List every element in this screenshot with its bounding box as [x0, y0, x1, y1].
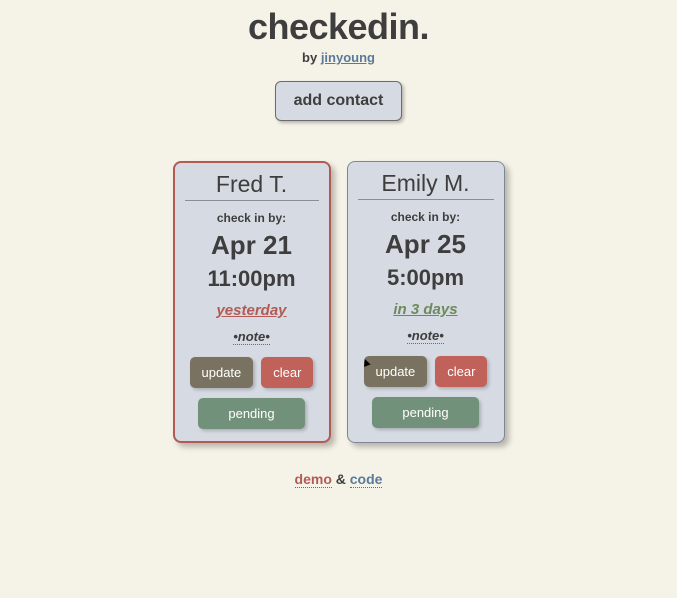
checkin-time: 5:00pm	[387, 265, 464, 291]
contact-card: Fred T. check in by: Apr 21 11:00pm yest…	[173, 161, 331, 443]
checkin-label: check in by:	[217, 211, 286, 225]
code-link[interactable]: code	[350, 471, 383, 488]
relative-time: yesterday	[216, 302, 286, 319]
checkin-label: check in by:	[391, 210, 460, 224]
checkin-date: Apr 25	[385, 230, 466, 259]
checkin-date: Apr 21	[211, 231, 292, 260]
footer-links: demo & code	[295, 471, 383, 487]
contact-name: Fred T.	[216, 171, 287, 198]
contact-name: Emily M.	[381, 170, 469, 197]
add-contact-button[interactable]: add contact	[275, 81, 403, 121]
contact-card: Emily M. check in by: Apr 25 5:00pm in 3…	[347, 161, 505, 443]
app-title: checkedin.	[248, 6, 429, 48]
note-toggle[interactable]: •note•	[407, 328, 444, 344]
clear-button[interactable]: clear	[435, 356, 487, 387]
author-link[interactable]: jinyoung	[321, 50, 375, 65]
update-button[interactable]: update	[190, 357, 254, 388]
update-button[interactable]: update	[364, 356, 428, 387]
clear-button[interactable]: clear	[261, 357, 313, 388]
checkin-time: 11:00pm	[207, 266, 295, 292]
note-toggle[interactable]: •note•	[233, 329, 270, 345]
demo-link[interactable]: demo	[295, 471, 332, 488]
footer-separator: &	[332, 471, 350, 487]
divider	[358, 199, 494, 200]
contact-cards: Fred T. check in by: Apr 21 11:00pm yest…	[173, 161, 505, 443]
pending-button[interactable]: pending	[372, 397, 478, 428]
divider	[185, 200, 319, 201]
byline: by jinyoung	[302, 50, 375, 65]
button-row: update clear	[190, 357, 314, 388]
pending-button[interactable]: pending	[198, 398, 304, 429]
relative-time: in 3 days	[393, 301, 457, 318]
button-row: update clear	[364, 356, 488, 387]
byline-prefix: by	[302, 50, 321, 65]
